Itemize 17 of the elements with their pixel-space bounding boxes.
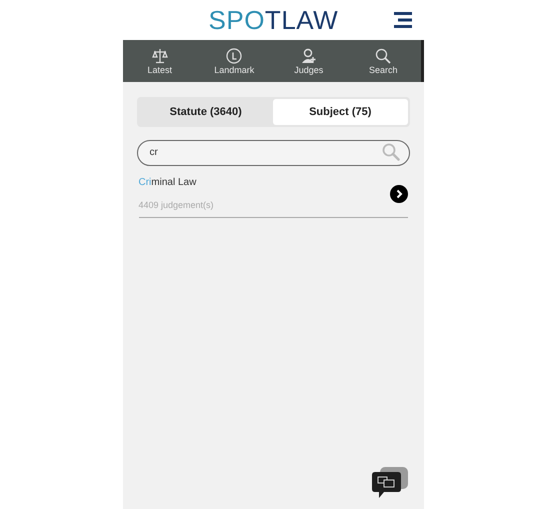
judgement-count: 4409 judgement(s) [138, 199, 215, 212]
clock-icon [226, 48, 242, 64]
chat-icon[interactable] [370, 467, 410, 499]
search-icon [375, 48, 392, 64]
scales-icon [152, 48, 168, 64]
nav-tab[interactable]: Landmark [197, 40, 272, 82]
nav-tab[interactable]: Latest [122, 40, 197, 82]
result-title[interactable]: Criminal Law [138, 175, 390, 190]
nav-tab[interactable]: Judges [272, 40, 346, 82]
menu-icon[interactable] [394, 12, 412, 28]
tab[interactable]: Statute (3640) [138, 99, 273, 125]
person-icon [300, 48, 317, 64]
nav-tab[interactable]: Search [346, 40, 420, 82]
tab[interactable]: Subject (75) [273, 99, 408, 125]
chevron-right-icon[interactable] [390, 184, 408, 203]
logo: SPOTLAW [208, 7, 338, 33]
search-field[interactable]: cr [136, 140, 410, 166]
